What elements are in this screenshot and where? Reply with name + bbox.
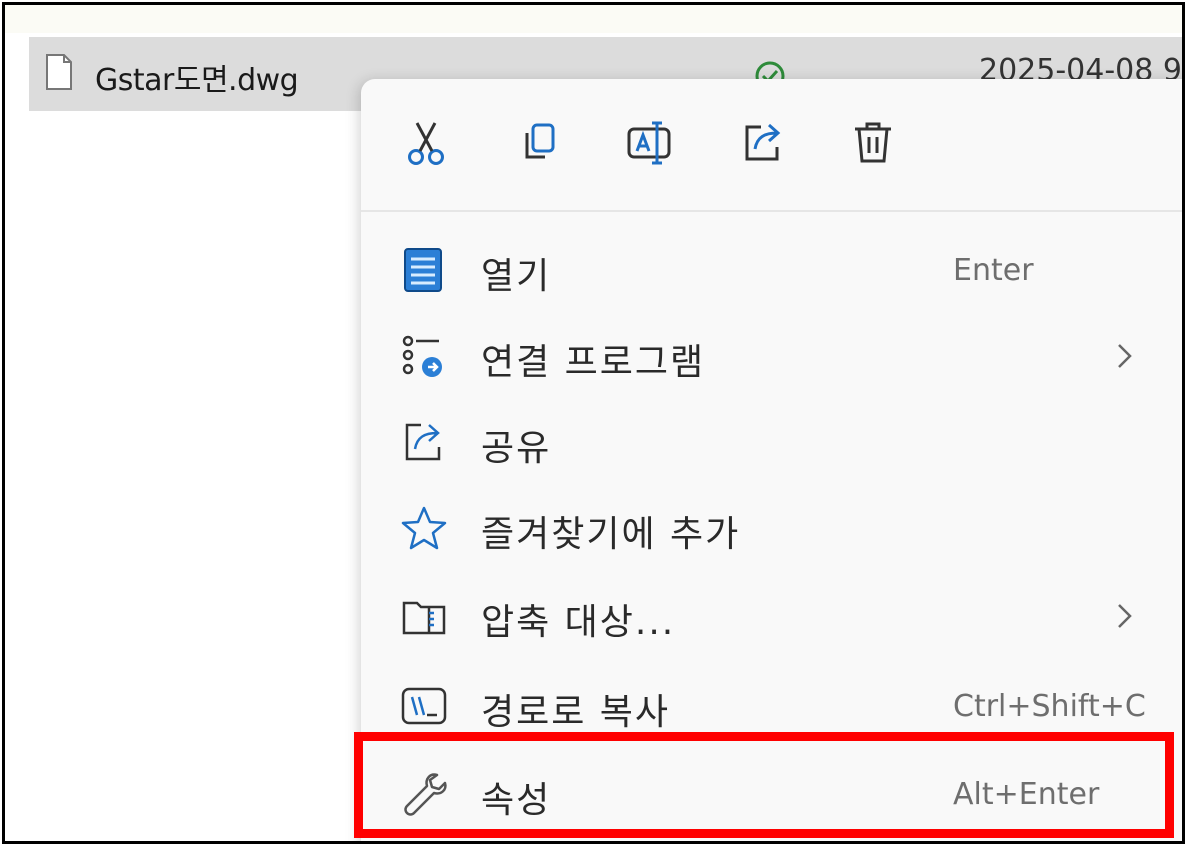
menu-item-label: 압축 대상... — [481, 602, 676, 643]
delete-icon — [855, 122, 891, 163]
copy-icon — [525, 123, 555, 159]
context-toolbar — [361, 79, 1182, 209]
cut-button[interactable] — [399, 115, 455, 171]
copy-path-icon — [399, 681, 449, 731]
menu-item-label: 즐겨찾기에 추가 — [481, 514, 741, 555]
copy-button[interactable] — [511, 115, 567, 171]
menu-item-shortcut: Ctrl+Shift+C — [953, 689, 1146, 724]
file-name: Gstar도면.dwg — [95, 63, 299, 98]
share-button[interactable] — [735, 115, 791, 171]
delete-button[interactable] — [845, 115, 901, 171]
menu-item-compress[interactable]: 압축 대상... — [361, 575, 1182, 655]
rename-button[interactable] — [623, 115, 679, 171]
menu-item-label: 공유 — [481, 428, 552, 469]
rename-icon — [627, 121, 671, 165]
menu-item-open-with[interactable]: 연결 프로그램 — [361, 315, 1182, 395]
context-menu: 열기 Enter 연결 프로그램 공유 즐겨찾기에 추가 압축 대상... 경로… — [361, 79, 1182, 841]
menu-item-label: 경로로 복사 — [481, 692, 671, 733]
menu-item-share[interactable]: 공유 — [361, 401, 1182, 481]
share-icon — [745, 123, 781, 161]
chevron-right-icon — [1118, 344, 1132, 368]
zip-folder-icon — [399, 591, 449, 641]
star-icon — [399, 503, 449, 553]
menu-item-shortcut: Enter — [953, 253, 1034, 288]
highlight-box — [354, 732, 1174, 838]
screenshot-frame: Gstar도면.dwg 2025-04-08 9 열기 Enter 연결 프로그… — [2, 2, 1185, 844]
menu-item-label: 열기 — [481, 256, 552, 297]
menu-item-label: 연결 프로그램 — [481, 342, 706, 383]
share-icon — [399, 417, 449, 467]
open-with-icon — [399, 331, 449, 381]
menu-item-open[interactable]: 열기 Enter — [361, 229, 1182, 309]
top-strip — [5, 5, 1182, 33]
cut-icon — [408, 122, 444, 165]
menu-divider — [361, 210, 1182, 212]
menu-item-add-favorites[interactable]: 즐겨찾기에 추가 — [361, 487, 1182, 567]
chevron-right-icon — [1118, 604, 1132, 628]
open-icon — [399, 245, 449, 295]
document-icon — [45, 53, 73, 91]
